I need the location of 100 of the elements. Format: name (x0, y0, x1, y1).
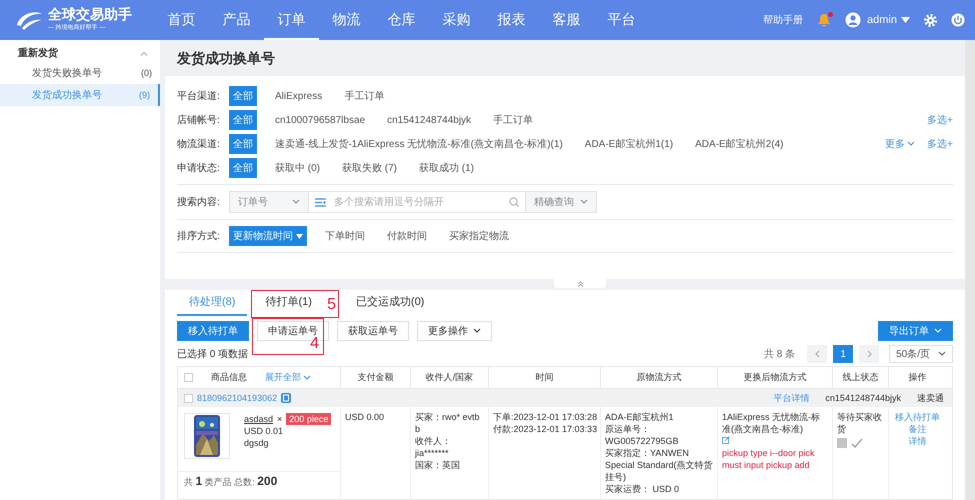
caret-icon (907, 141, 916, 147)
selection-count: 已选择 0 项数据 (177, 348, 248, 361)
sort-option[interactable]: 更新物流时间 (229, 226, 307, 246)
recipient-info: 买家：rwo* evtb b (415, 411, 481, 435)
quantity-sign: × (277, 413, 282, 425)
filter-option[interactable]: 手工订单 (340, 86, 388, 106)
chevron-left-icon (814, 350, 820, 358)
caret-icon (473, 328, 481, 334)
caret-icon (934, 328, 942, 334)
filter-option[interactable]: cn1000796587lbsae (271, 112, 370, 128)
caret-icon (901, 17, 910, 23)
order-time: 付款:2023-12-01 17:03:33 (493, 423, 596, 435)
filter-option[interactable]: 全部 (229, 110, 257, 130)
product-name-link[interactable]: asdasd (244, 413, 274, 425)
nav-item[interactable]: 客服 (539, 0, 594, 40)
filter-option[interactable]: 全部 (229, 86, 257, 106)
nav-item[interactable]: 订单 (264, 0, 319, 40)
filter-option[interactable]: 获取失败 (7) (338, 158, 401, 178)
sort-option[interactable]: 买家指定物流 (445, 226, 513, 246)
logistics-info: ADA-E邮宝杭州1 (605, 411, 675, 423)
help-link[interactable]: 帮助手册 (763, 13, 804, 27)
nav-item[interactable]: 采购 (429, 0, 484, 40)
more-link[interactable]: 更多 (885, 137, 916, 151)
filter-option[interactable]: 全部 (229, 158, 257, 178)
multi-select-link[interactable]: 多选+ (927, 113, 953, 127)
nav-item[interactable]: 仓库 (374, 0, 429, 40)
order-summary: 共 1 类产品 总数: 200 (178, 471, 340, 491)
select-all-checkbox[interactable] (184, 373, 193, 382)
filter-label: 平台渠道: (177, 90, 221, 103)
sidebar-group[interactable]: 重新发货 (0, 44, 160, 62)
filter-option[interactable]: 获取成功 (1) (415, 158, 478, 178)
nav-item[interactable]: 报表 (484, 0, 539, 40)
user-menu[interactable]: admin (867, 14, 910, 26)
search-icon (509, 197, 519, 207)
tab[interactable]: 待处理(8) (177, 294, 248, 316)
column-header: 操作 (908, 371, 928, 384)
store-name: cn1541248744bjyk (825, 393, 901, 403)
collapse-toggle[interactable] (554, 279, 606, 288)
caret-icon (292, 199, 300, 205)
sort-option[interactable]: 下单时间 (321, 226, 369, 246)
tab[interactable]: 已交运成功(0) (344, 294, 436, 316)
filter-option[interactable]: ADA-E邮宝杭州1(1) (580, 134, 678, 154)
quantity-tag: 200 piece (286, 413, 332, 425)
chevron-right-icon (866, 350, 872, 358)
previous-page-button[interactable] (807, 345, 828, 363)
column-header: 时间 (489, 367, 601, 388)
page-button[interactable]: 1 (833, 345, 854, 363)
nav-item[interactable]: 平台 (594, 0, 649, 40)
search-bar[interactable]: 订单号 多个搜索请用逗号分隔开 精确查询 (229, 191, 597, 213)
expand-all-link[interactable]: 展开全部 (265, 371, 311, 384)
match-mode-dropdown[interactable]: 精确查询 (526, 192, 596, 212)
dropdown-value: 订单号 (238, 196, 268, 209)
filter-label: 搜索内容: (177, 196, 221, 209)
barcode-check-icon (837, 437, 863, 449)
caret-icon (296, 234, 303, 238)
column-header: 支付金额 (341, 367, 411, 388)
list-icon (315, 198, 326, 206)
platform-detail-link[interactable]: 平台详情 (773, 392, 810, 404)
store-badge-icon (281, 393, 292, 403)
filter-option[interactable]: 手工订单 (489, 110, 538, 130)
action-button[interactable]: 移入待打单 (177, 321, 249, 341)
product-price: USD 0.01 (244, 425, 284, 437)
filter-label: 申请状态: (177, 162, 221, 175)
filter-option[interactable]: 速卖通-线上发货-1AliExpress 无忧物流-标准(燕文南昌仓-标准)(1) (271, 134, 567, 154)
filter-option[interactable]: ADA-E邮宝杭州2(4) (691, 134, 788, 154)
tab[interactable]: 待打单(1) (253, 294, 324, 316)
filter-option[interactable]: 全部 (229, 134, 257, 154)
column-header: 更换后物流方式 (718, 367, 833, 388)
next-page-button[interactable] (859, 345, 880, 363)
multi-select-link[interactable]: 多选+ (927, 137, 953, 151)
dropdown-value: 50条/页 (896, 348, 930, 361)
nav-item[interactable]: 产品 (209, 0, 264, 40)
row-action-link[interactable]: 移入待打单 (895, 411, 940, 423)
page-size-dropdown[interactable]: 50条/页 (889, 345, 953, 363)
filter-option[interactable]: AliExpress (271, 88, 326, 104)
error-message: must input pickup add (722, 459, 811, 471)
action-button[interactable]: 获取运单号 (337, 321, 409, 341)
settings-icon (924, 14, 937, 26)
filter-label: 排序方式: (177, 230, 221, 243)
filter-option[interactable]: cn1541248744bjyk (383, 112, 476, 128)
action-button[interactable]: 更多操作 (417, 321, 492, 341)
export-button[interactable]: 导出订单 (878, 321, 953, 341)
row-checkbox[interactable] (184, 394, 193, 402)
sort-option[interactable]: 付款时间 (383, 226, 431, 246)
search-type-dropdown[interactable]: 订单号 (230, 192, 308, 212)
new-logistics: 1AliExpress 无忧物流-标准(燕文南昌仓-标准) (722, 411, 822, 435)
row-action-link[interactable]: 详情 (908, 435, 926, 447)
group-title: 重新发货 (18, 46, 58, 60)
filter-option[interactable]: 获取中 (0) (271, 158, 324, 178)
caret-icon (580, 199, 588, 205)
page-title: 发货成功换单号 (176, 49, 276, 68)
row-action-link[interactable]: 备注 (908, 423, 926, 435)
sidebar-item[interactable]: 发货失败换单号 (0) (0, 62, 160, 84)
order-id-link[interactable]: 8180962104193062 (197, 393, 278, 403)
nav-item[interactable]: 物流 (319, 0, 374, 40)
annotation-number: 5 (327, 297, 336, 313)
nav-item[interactable]: 首页 (154, 0, 209, 40)
filter-label: 物流渠道: (177, 138, 221, 151)
sidebar-item[interactable]: 发货成功换单号 (9) (0, 84, 160, 106)
logistics-info: 买家指定：YANWEN Special Standard(燕文特货挂号) (605, 447, 713, 483)
